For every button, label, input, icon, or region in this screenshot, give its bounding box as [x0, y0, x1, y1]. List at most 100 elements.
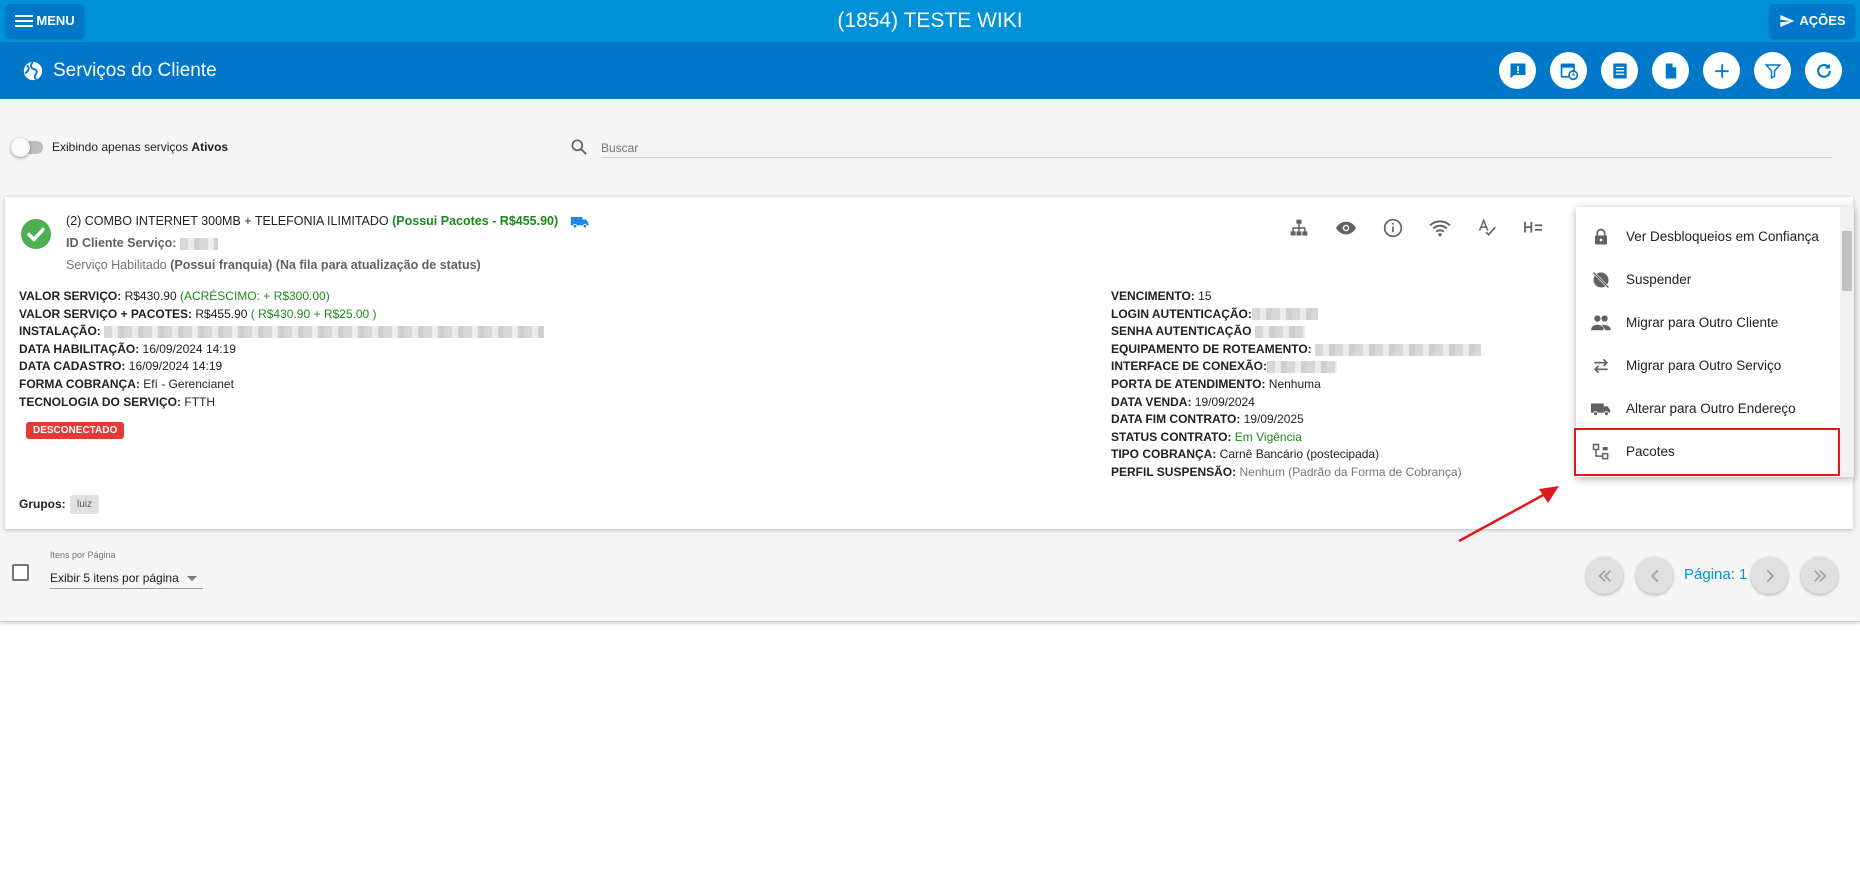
format-list-icon: [1524, 221, 1543, 233]
pacotes-highlight-box: [1574, 428, 1840, 476]
menu-item-suspender[interactable]: Suspender: [1576, 258, 1834, 301]
send-icon: [1780, 14, 1795, 27]
toggle-label-bold: Ativos: [191, 140, 229, 154]
menu-item-label: Suspender: [1626, 272, 1692, 287]
menu-item-migrar-cliente[interactable]: Migrar para Outro Cliente: [1576, 301, 1834, 344]
chevron-left-icon: [1650, 569, 1658, 582]
actions-button[interactable]: AÇÕES: [1770, 4, 1854, 37]
service-status-bold: (Possui franquia) (Na fila para atualiza…: [170, 258, 481, 272]
menu-button-label: MENU: [36, 13, 75, 28]
dropdown-scrollbar[interactable]: [1840, 207, 1854, 477]
scrollbar-thumb[interactable]: [1842, 231, 1852, 291]
redacted-value: [1254, 326, 1305, 339]
groups-label: Grupos:: [19, 497, 66, 511]
page-title: Serviços do Cliente: [53, 60, 217, 81]
swap-icon: [1590, 355, 1612, 377]
senha-row: SENHA AUTENTICAÇÃO: [1111, 323, 1481, 341]
alert-icon: [1510, 63, 1525, 78]
list-button[interactable]: [1601, 52, 1638, 89]
data-habilitacao-row: DATA HABILITAÇÃO: 16/09/2024 14:19: [19, 341, 236, 356]
filter-button[interactable]: [1754, 52, 1791, 89]
redacted-value: [1251, 308, 1318, 321]
format-list-button[interactable]: [1522, 216, 1546, 240]
view-button[interactable]: [1334, 216, 1358, 240]
wifi-button[interactable]: [1428, 216, 1452, 240]
list-icon: [1612, 63, 1627, 78]
double-chevron-left-icon: [1597, 569, 1611, 582]
toggle-knob: [11, 138, 30, 157]
sitemap-button[interactable]: [1287, 216, 1311, 240]
login-row: LOGIN AUTENTICAÇÃO:: [1111, 306, 1481, 324]
actions-button-label: AÇÕES: [1799, 13, 1846, 28]
spellcheck-button[interactable]: [1475, 216, 1499, 240]
info-button[interactable]: [1381, 216, 1405, 240]
add-button[interactable]: [1703, 52, 1740, 89]
menu-item-label: Migrar para Outro Cliente: [1626, 315, 1779, 330]
items-per-page-label: Itens por Página: [50, 550, 116, 560]
menu-item-label: Ver Desbloqueios em Confiança: [1626, 229, 1819, 244]
porta-row: PORTA DE ATENDIMENTO: Nenhuma: [1111, 376, 1321, 391]
globe-icon: [23, 61, 43, 81]
data-fim-row: DATA FIM CONTRATO: 19/09/2025: [1111, 412, 1304, 427]
forma-cobranca-row: FORMA COBRANÇA: Efí - Gerencianet: [19, 376, 234, 391]
service-details-right: VENCIMENTO: 15 LOGIN AUTENTICAÇÃO: SENHA…: [1111, 288, 1482, 482]
toggle-label: Exibindo apenas serviços Ativos: [52, 140, 229, 154]
menu-item-alterar-endereco[interactable]: Alterar para Outro Endereço: [1576, 387, 1834, 430]
chevron-down-icon: [187, 576, 197, 581]
menu-button[interactable]: MENU: [6, 4, 84, 37]
check-circle-icon: [21, 219, 51, 249]
service-id: ID Cliente Serviço:: [66, 236, 218, 250]
redacted-value: [179, 237, 218, 250]
redacted-value: [104, 326, 545, 339]
tecnologia-row: TECNOLOGIA DO SERVIÇO: FTTH: [19, 394, 216, 409]
double-chevron-right-icon: [1813, 569, 1827, 582]
sitemap-icon: [1290, 219, 1308, 236]
page-indicator: Página: 1: [1684, 566, 1748, 583]
menu-item-desbloqueios[interactable]: Ver Desbloqueios em Confiança: [1576, 215, 1834, 258]
filter-icon: [1764, 63, 1781, 79]
status-badge: DESCONECTADO: [26, 422, 125, 439]
header-actions: [1499, 52, 1842, 89]
perfil-suspensao-row: PERFIL SUSPENSÃO: Nenhum (Padrão da Form…: [1111, 464, 1462, 479]
last-page-button[interactable]: [1801, 557, 1838, 594]
document-icon: [1665, 63, 1676, 78]
redacted-value: [1267, 361, 1338, 374]
truck-icon: [570, 216, 588, 229]
eye-icon: [1335, 221, 1357, 235]
section-header: Serviços do Cliente: [0, 42, 1860, 99]
refresh-button[interactable]: [1805, 52, 1842, 89]
packages-note: (Possui Pacotes - R$455.90): [392, 214, 559, 228]
hamburger-icon: [15, 14, 34, 27]
tipo-cobranca-row: TIPO COBRANÇA: Carnê Bancário (postecipa…: [1111, 447, 1380, 462]
top-bar: (1854) TESTE WIKI MENU AÇÕES: [0, 0, 1860, 42]
calendar-button[interactable]: [1550, 52, 1587, 89]
card-actions: [1287, 216, 1546, 240]
search-input[interactable]: [601, 134, 1832, 158]
first-page-button[interactable]: [1586, 557, 1623, 594]
valor-pacotes-row: VALOR SERVIÇO + PACOTES: R$455.90 ( R$43…: [19, 306, 377, 321]
chevron-right-icon: [1766, 569, 1774, 582]
active-only-toggle[interactable]: [11, 138, 43, 157]
service-name: (2) COMBO INTERNET 300MB + TELEFONIA ILI…: [66, 214, 389, 228]
alert-button[interactable]: [1499, 52, 1536, 89]
service-details-left: VALOR SERVIÇO: R$430.90 (ACRÉSCIMO: + R$…: [19, 288, 545, 411]
prev-page-button[interactable]: [1636, 557, 1673, 594]
valor-servico-row: VALOR SERVIÇO: R$430.90 (ACRÉSCIMO: + R$…: [19, 289, 330, 303]
service-status: Serviço Habilitado (Possui franquia) (Na…: [66, 258, 481, 272]
data-cadastro-row: DATA CADASTRO: 16/09/2024 14:19: [19, 359, 223, 374]
menu-item-migrar-servico[interactable]: Migrar para Outro Serviço: [1576, 344, 1834, 387]
redacted-value: [1315, 343, 1482, 356]
web-off-icon: [1590, 269, 1612, 291]
group-chip[interactable]: luiz: [70, 495, 100, 514]
data-venda-row: DATA VENDA: 19/09/2024: [1111, 394, 1255, 409]
app-title: (1854) TESTE WIKI: [837, 9, 1023, 32]
document-button[interactable]: [1652, 52, 1689, 89]
search-icon: [571, 139, 587, 155]
annotation-arrow: [1458, 486, 1559, 543]
add-icon: [1714, 63, 1729, 78]
select-all-checkbox[interactable]: [12, 564, 29, 581]
spellcheck-icon: [1478, 218, 1496, 236]
next-page-button[interactable]: [1751, 557, 1788, 594]
wifi-icon: [1429, 220, 1451, 237]
items-per-page-select[interactable]: Exibir 5 itens por página: [50, 567, 203, 589]
